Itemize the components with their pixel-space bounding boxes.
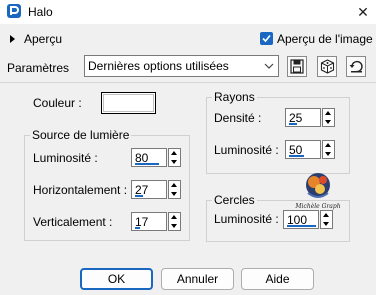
arrow-up-icon[interactable] [171, 151, 177, 155]
expand-arrow-icon[interactable] [10, 35, 15, 43]
preview-expander-label[interactable]: Aperçu [24, 32, 62, 46]
arrow-down-icon[interactable] [171, 192, 177, 196]
reset-button[interactable] [346, 56, 366, 77]
rays-brightness-label: Luminosité : [214, 143, 279, 157]
arrow-down-icon[interactable] [325, 152, 331, 156]
density-label: Densité : [214, 111, 262, 125]
separator [0, 82, 376, 83]
vertical-label: Verticalement : [33, 215, 113, 229]
checkmark-icon [262, 34, 271, 43]
rays-brightness-spinner[interactable]: 50 [285, 140, 335, 159]
arrow-down-icon[interactable] [171, 160, 177, 164]
arrow-up-icon[interactable] [323, 213, 329, 217]
save-preset-button[interactable] [287, 56, 307, 77]
chevron-down-icon [263, 60, 275, 72]
light-source-title: Source de lumière [30, 128, 132, 142]
arrow-up-icon[interactable] [325, 111, 331, 115]
color-label: Couleur : [33, 96, 82, 110]
reset-icon [349, 60, 363, 73]
level-bar [287, 225, 316, 227]
circles-title: Cercles [212, 193, 257, 207]
horizontal-label: Horizontalement : [33, 183, 128, 197]
circles-brightness-label: Luminosité : [214, 212, 279, 226]
density-spinner[interactable]: 25 [285, 108, 335, 127]
level-bar [289, 155, 304, 157]
arrow-down-icon[interactable] [325, 120, 331, 124]
vertical-spinner[interactable]: 17 [131, 212, 181, 231]
level-bar [135, 227, 140, 229]
app-icon [6, 3, 22, 19]
ok-button[interactable]: OK [80, 268, 153, 290]
dice-icon [320, 59, 335, 74]
cancel-button[interactable]: Annuler [161, 268, 234, 290]
arrow-down-icon[interactable] [171, 224, 177, 228]
preset-dropdown[interactable]: Dernières options utilisées [84, 55, 279, 77]
color-swatch[interactable] [101, 92, 156, 114]
arrow-up-icon[interactable] [325, 143, 331, 147]
light-brightness-spinner[interactable]: 80 [131, 148, 181, 167]
help-button[interactable]: Aide [241, 268, 314, 290]
arrow-up-icon[interactable] [171, 215, 177, 219]
window-title: Halo [28, 5, 53, 19]
close-icon[interactable]: ✕ [352, 1, 374, 23]
level-bar [135, 163, 159, 165]
title-bar: Halo ✕ [0, 0, 376, 24]
arrow-up-icon[interactable] [171, 183, 177, 187]
horizontal-spinner[interactable]: 27 [131, 180, 181, 199]
randomize-button[interactable] [317, 56, 337, 77]
save-icon [290, 59, 304, 74]
preset-value: Dernières options utilisées [88, 59, 229, 73]
level-bar [135, 195, 143, 197]
level-bar [289, 123, 297, 125]
preview-checkbox[interactable] [260, 32, 273, 45]
rays-title: Rayons [212, 90, 257, 104]
light-brightness-label: Luminosité : [33, 151, 98, 165]
preview-checkbox-label[interactable]: Aperçu de l'image [277, 32, 373, 46]
circles-brightness-spinner[interactable]: 100 [283, 210, 333, 229]
arrow-down-icon[interactable] [323, 222, 329, 226]
parameters-label: Paramètres [7, 61, 70, 75]
